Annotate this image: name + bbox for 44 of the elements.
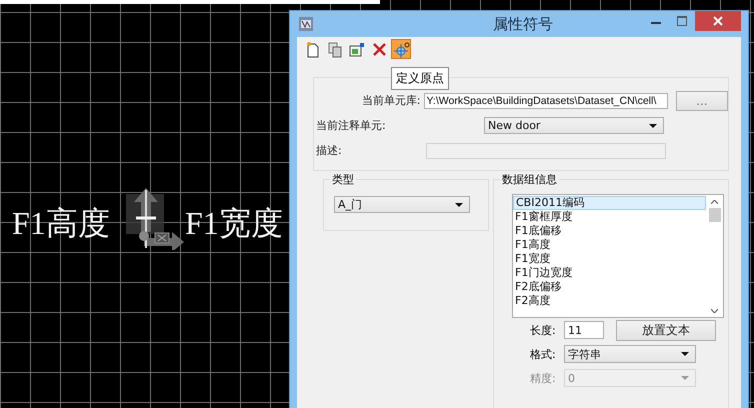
- scroll-up-icon: [711, 200, 718, 204]
- field-label: 描述:: [315, 143, 343, 158]
- place-text-button[interactable]: 放置文本: [616, 320, 716, 340]
- properties-icon: [348, 40, 366, 58]
- list-item[interactable]: F1高度: [513, 238, 706, 252]
- list-item[interactable]: F1宽度: [513, 252, 706, 266]
- scroll-thumb[interactable]: [708, 208, 720, 222]
- tooltip: 定义原点: [391, 67, 449, 90]
- field-label: 长度:: [530, 322, 557, 338]
- origin-icon: [392, 40, 410, 58]
- list-item[interactable]: CBI2011编码: [513, 196, 706, 210]
- caret-icon: [681, 352, 689, 356]
- close-button[interactable]: [695, 11, 741, 31]
- caret-icon: [649, 124, 657, 128]
- field-label: 当前单元库:: [360, 93, 422, 108]
- app-icon: [299, 17, 313, 31]
- new-document-icon: [304, 40, 322, 58]
- field-label: 格式:: [530, 346, 557, 362]
- dropdown[interactable]: New door: [484, 117, 664, 134]
- scroll-down-icon: [711, 309, 718, 313]
- close-icon: [713, 16, 723, 26]
- input-field[interactable]: Y:\WorkSpace\BuildingDatasets\Dataset_CN\cell\: [424, 92, 668, 108]
- toolbar-button[interactable]: [391, 39, 411, 59]
- list-item[interactable]: F2高度: [513, 294, 706, 308]
- caret-icon: [681, 376, 689, 380]
- caret-icon: [455, 202, 463, 206]
- list-item[interactable]: F1窗框厚度: [513, 210, 706, 224]
- list-item[interactable]: F1底偏移: [513, 224, 706, 238]
- delete-icon: [370, 40, 388, 58]
- drawing-text: F1高度: [12, 204, 110, 242]
- copy-icon: [326, 40, 344, 58]
- input-field[interactable]: 11: [564, 321, 604, 339]
- group-title: 数据组信息: [500, 172, 559, 187]
- browse-button[interactable]: ...: [676, 90, 728, 110]
- group-title: 类型: [330, 172, 356, 187]
- dropdown[interactable]: A_门: [334, 196, 470, 213]
- list-item[interactable]: F1门边宽度: [513, 266, 706, 280]
- window-title: 属性符号: [492, 14, 554, 34]
- maximize-icon: [677, 16, 687, 26]
- list-item[interactable]: F2底偏移: [513, 280, 706, 294]
- field-label: 精度:: [530, 370, 557, 386]
- drawing-text: F1宽度: [185, 204, 283, 242]
- dropdown[interactable]: 字符串: [564, 345, 696, 363]
- field-label: 当前注释单元:: [315, 118, 387, 133]
